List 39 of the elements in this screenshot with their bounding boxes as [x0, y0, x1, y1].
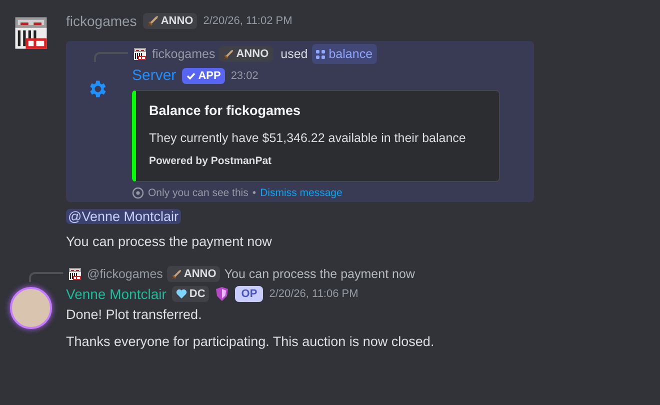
message-text: Thanks everyone for participating. This auction is now closed. [66, 333, 434, 351]
used-label: used [280, 46, 308, 63]
role-tag: ANNO [219, 46, 273, 62]
user-mention[interactable]: @Venne Montclair [66, 209, 181, 224]
avatar[interactable] [10, 287, 52, 329]
role-tag: ANNO [166, 266, 220, 282]
reply-connector [29, 272, 63, 282]
pixel-chest-avatar [132, 46, 148, 62]
ephemeral-notice: Only you can see this [148, 186, 248, 200]
pixel-chest-avatar [67, 266, 83, 282]
eye-icon [132, 187, 144, 199]
timestamp: 23:02 [230, 69, 258, 84]
role-tag: DC [172, 286, 210, 302]
timestamp: 2/20/26, 11:02 PM [203, 14, 292, 29]
dismiss-link[interactable]: Dismiss message [260, 186, 342, 200]
role-tag: ANNO [142, 13, 198, 29]
embed-description: They currently have $51,346.22 available in their balance [149, 130, 467, 147]
timestamp: 2/20/26, 11:06 PM [269, 287, 358, 302]
separator-dot: • [252, 186, 256, 200]
sword-icon [223, 48, 234, 60]
heart-icon [176, 289, 188, 299]
bot-name[interactable]: Server [132, 66, 176, 86]
reply-preview[interactable]: You can process the payment now [224, 264, 415, 284]
embed-footer: Powered by PostmanPat [149, 151, 486, 171]
sword-icon [170, 268, 182, 280]
reply-username[interactable]: @fickogames [87, 264, 163, 284]
op-badge: OP [235, 286, 264, 302]
sword-icon [146, 15, 159, 27]
message-text: Done! Plot transferred. [66, 306, 203, 324]
shield-icon [215, 286, 230, 302]
message-text: You can process the payment now [66, 233, 273, 251]
command-icon [316, 50, 325, 58]
username[interactable]: Venne Montclair [66, 284, 166, 304]
checkmark-icon [186, 71, 196, 81]
app-badge: APP [182, 68, 225, 84]
command-chip[interactable]: balance [312, 44, 377, 64]
username[interactable]: fickogames [152, 44, 216, 64]
embed-title: Balance for fickogames [149, 102, 302, 120]
username[interactable]: fickogames [66, 11, 137, 31]
